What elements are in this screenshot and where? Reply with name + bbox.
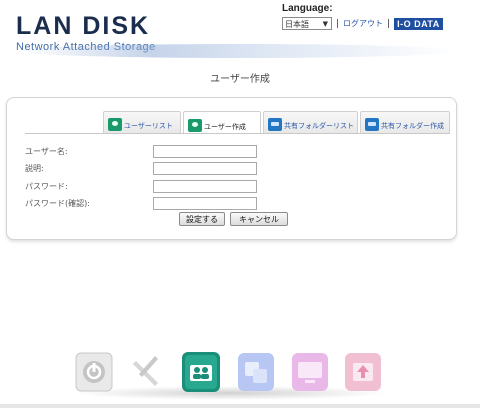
users-icon — [182, 352, 220, 392]
dock-export-button[interactable] — [343, 351, 383, 393]
password-confirm-input[interactable] — [153, 196, 257, 210]
form-row-password-confirm: パスワード(確認): — [25, 196, 257, 210]
chevron-down-icon: ▼ — [322, 20, 328, 28]
share-icon — [238, 353, 274, 391]
folder-add-icon — [365, 118, 379, 131]
cancel-button[interactable]: キャンセル — [230, 212, 288, 226]
tab-user-list[interactable]: ユーザーリスト — [103, 111, 181, 133]
form-row-description: 説明: — [25, 161, 257, 175]
monitor-icon — [292, 353, 328, 391]
submit-button[interactable]: 設定する — [179, 212, 225, 226]
user-create-panel: ユーザーリスト ユーザー作成 共有フォルダーリスト 共有フォルダー作成 ユーザー… — [6, 97, 457, 240]
dock-users-button[interactable] — [181, 351, 221, 393]
separator: | — [336, 18, 340, 29]
language-select[interactable]: 日本語 ▼ — [282, 17, 332, 30]
user-icon — [108, 118, 122, 131]
password-label: パスワード: — [25, 181, 68, 191]
power-icon — [75, 352, 113, 392]
password-input[interactable] — [153, 179, 257, 193]
folder-icon — [268, 118, 282, 131]
tab-share-list[interactable]: 共有フォルダーリスト — [263, 111, 358, 133]
username-input[interactable] — [153, 144, 257, 158]
tab-user-create[interactable]: ユーザー作成 — [183, 111, 261, 134]
dock-shadow — [70, 386, 390, 400]
tab-divider — [25, 133, 450, 134]
header-swoosh — [20, 44, 460, 58]
tab-label: 共有フォルダーリスト — [284, 122, 354, 130]
tab-label: ユーザーリスト — [124, 122, 173, 130]
username-label: ユーザー名: — [25, 146, 68, 156]
password-confirm-label: パスワード(確認): — [25, 198, 90, 208]
tab-label: 共有フォルダー作成 — [381, 122, 444, 130]
page-title: ユーザー作成 — [210, 74, 270, 85]
tab-bar: ユーザーリスト ユーザー作成 共有フォルダーリスト 共有フォルダー作成 — [103, 111, 452, 134]
description-input[interactable] — [153, 161, 257, 175]
bottom-bar — [0, 404, 480, 408]
dock-monitor-button[interactable] — [290, 351, 330, 393]
language-value: 日本語 — [285, 20, 309, 29]
logout-link[interactable]: ログアウト — [343, 18, 383, 29]
tab-share-create[interactable]: 共有フォルダー作成 — [360, 111, 450, 133]
logo-title: LAN DISK — [16, 12, 151, 40]
tools-icon — [133, 356, 158, 386]
separator: | — [387, 18, 391, 29]
language-area: Language: 日本語 ▼ | ログアウト | I-O DATA — [282, 3, 443, 30]
form-row-password: パスワード: — [25, 179, 257, 193]
iodata-logo: I-O DATA — [394, 17, 443, 30]
user-add-icon — [188, 119, 202, 132]
dock-tools-button[interactable] — [128, 351, 168, 393]
dock-share-button[interactable] — [236, 351, 276, 393]
export-icon — [345, 353, 381, 391]
description-label: 説明: — [25, 163, 44, 173]
language-label: Language: — [282, 3, 333, 14]
dock-power-button[interactable] — [74, 351, 114, 393]
tab-label: ユーザー作成 — [204, 123, 246, 131]
form-row-username: ユーザー名: — [25, 144, 257, 158]
